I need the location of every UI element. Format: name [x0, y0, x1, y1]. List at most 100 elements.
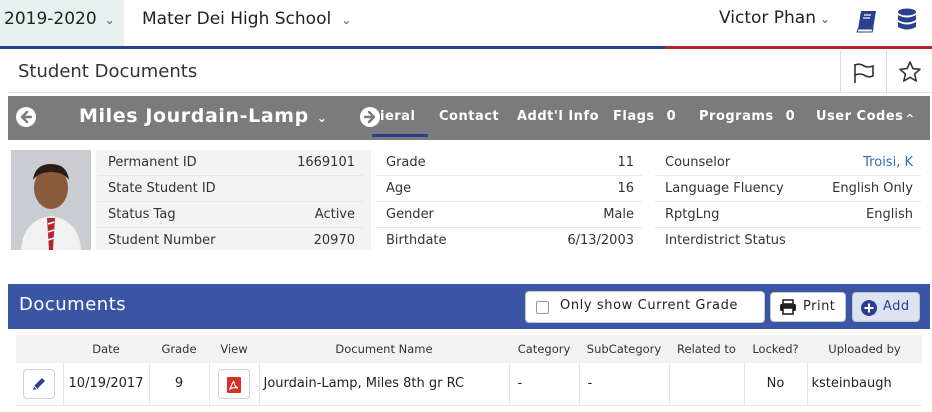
info-row-status-tag: Status Tag Active — [98, 202, 363, 228]
book-icon[interactable] — [856, 9, 878, 33]
student-selector[interactable]: Miles Jourdain-Lamp ⌄ — [79, 105, 328, 127]
info-label: Interdistrict Status — [665, 233, 786, 248]
cell-subcategory: - — [578, 363, 669, 406]
favorite-button[interactable] — [886, 51, 932, 93]
documents-table: Date Grade View Document Name Category S… — [16, 335, 922, 406]
column-header-subcategory[interactable]: SubCategory — [579, 335, 669, 363]
info-row-counselor: Counselor Troisi, K — [655, 150, 921, 176]
school-selector[interactable]: Mater Dei High School ⌄ — [142, 9, 351, 29]
info-row-age: Age 16 — [376, 176, 642, 202]
pdf-icon — [227, 376, 241, 393]
add-label: Add — [883, 299, 910, 314]
star-icon — [899, 61, 921, 82]
arrow-right-icon — [363, 110, 376, 124]
column-header-view: View — [209, 335, 259, 363]
column-header-related-to[interactable]: Related to — [669, 335, 744, 363]
column-header-grade[interactable]: Grade — [149, 335, 209, 363]
flag-icon — [854, 63, 874, 83]
documents-title: Documents — [19, 294, 127, 315]
tab-label: User Codes — [816, 109, 904, 124]
info-value: 11 — [617, 155, 634, 170]
tab-flags[interactable]: Flags 0 — [613, 109, 676, 124]
flag-button[interactable] — [840, 51, 886, 93]
info-row-permanent-id: Permanent ID 1669101 — [98, 150, 363, 176]
cell-grade: 9 — [148, 363, 209, 406]
info-row-gender: Gender Male — [376, 202, 642, 228]
tab-label: ieral — [380, 109, 416, 124]
info-label: State Student ID — [108, 181, 216, 196]
info-value: 16 — [617, 181, 634, 196]
header-stripe-blue — [0, 46, 665, 49]
info-label: Counselor — [665, 155, 731, 170]
info-label: Birthdate — [386, 233, 447, 248]
header-stripe-red — [665, 46, 932, 49]
top-bar: 2019-2020 ⌄ Mater Dei High School ⌄ Victor… — [0, 0, 932, 46]
table-header-row: Date Grade View Document Name Category S… — [16, 335, 922, 363]
current-grade-filter[interactable]: Only show Current Grade — [525, 291, 765, 323]
info-row-interdistrict-status: Interdistrict Status — [655, 228, 921, 254]
info-row-grade: Grade 11 — [376, 150, 642, 176]
database-icon[interactable] — [897, 8, 917, 34]
chevron-down-icon: ⌄ — [104, 13, 115, 27]
column-header-document-name[interactable]: Document Name — [259, 335, 509, 363]
printer-icon — [780, 299, 796, 315]
school-year-selector[interactable]: 2019-2020 ⌄ — [0, 0, 124, 46]
column-header-date[interactable]: Date — [63, 335, 149, 363]
chevron-down-icon: ⌄ — [316, 111, 328, 125]
info-value: 20970 — [313, 233, 355, 248]
previous-student-button[interactable] — [16, 107, 36, 127]
add-document-button[interactable]: Add — [852, 292, 920, 322]
info-value: English Only — [832, 181, 913, 196]
info-value: Male — [603, 207, 634, 222]
info-value: 6/13/2003 — [567, 233, 634, 248]
tab-addtl-info[interactable]: Addt'l Info — [517, 109, 599, 124]
tab-contact[interactable]: Contact — [439, 109, 499, 124]
info-label: Status Tag — [108, 207, 176, 222]
current-grade-checkbox[interactable] — [536, 301, 549, 314]
student-photo — [11, 150, 91, 250]
tab-label: Contact — [439, 109, 500, 124]
counselor-link[interactable]: Troisi, K — [863, 155, 913, 170]
cell-document-name: Jourdain-Lamp, Miles 8th gr RC — [258, 363, 509, 406]
info-label: Grade — [386, 155, 426, 170]
tab-general[interactable]: ieral — [380, 109, 415, 124]
edit-cell — [16, 363, 63, 406]
column-header-uploaded-by[interactable]: Uploaded by — [807, 335, 922, 363]
tab-label: Flags — [613, 109, 655, 124]
info-label: Student Number — [108, 233, 216, 248]
collapse-button[interactable]: ⌃ — [904, 112, 916, 128]
info-label: Permanent ID — [108, 155, 197, 170]
tab-programs[interactable]: Programs 0 — [699, 109, 795, 124]
documents-header: Documents Only show Current Grade Print … — [8, 284, 930, 329]
column-header-category[interactable]: Category — [509, 335, 579, 363]
view-cell — [208, 363, 259, 406]
info-value: English — [866, 207, 913, 222]
cell-uploaded-by: ksteinbaugh — [806, 363, 922, 406]
print-label: Print — [803, 299, 836, 314]
info-value: 1669101 — [297, 155, 355, 170]
current-grade-label: Only show Current Grade — [560, 298, 739, 313]
tab-label: Addt'l Info — [517, 109, 600, 124]
next-student-button[interactable] — [360, 107, 380, 127]
tab-label: Programs — [699, 109, 774, 124]
chevron-up-icon: ⌃ — [904, 112, 916, 128]
print-button[interactable]: Print — [770, 292, 846, 322]
tab-count: 0 — [666, 109, 677, 124]
chevron-down-icon: ⌄ — [820, 12, 831, 26]
info-panel-counseling: Counselor Troisi, K Language Fluency Eng… — [655, 150, 921, 250]
arrow-left-icon — [20, 110, 33, 124]
view-document-button[interactable] — [218, 368, 250, 399]
student-nav-bar: Miles Jourdain-Lamp ⌄ ieral Contact Addt'… — [8, 96, 930, 140]
school-year-label: 2019-2020 — [4, 9, 97, 29]
cell-locked: No — [743, 363, 807, 406]
column-header-locked[interactable]: Locked? — [744, 335, 807, 363]
chevron-down-icon: ⌄ — [341, 13, 352, 27]
user-menu[interactable]: Victor Phan ⌄ — [719, 8, 830, 28]
edit-document-button[interactable] — [23, 368, 56, 399]
tab-user-codes[interactable]: User Codes — [816, 109, 903, 124]
info-row-state-student-id: State Student ID — [98, 176, 363, 202]
school-name: Mater Dei High School — [142, 9, 332, 29]
student-name: Miles Jourdain-Lamp — [79, 105, 309, 127]
active-tab-indicator — [372, 134, 428, 137]
info-label: Age — [386, 181, 412, 196]
